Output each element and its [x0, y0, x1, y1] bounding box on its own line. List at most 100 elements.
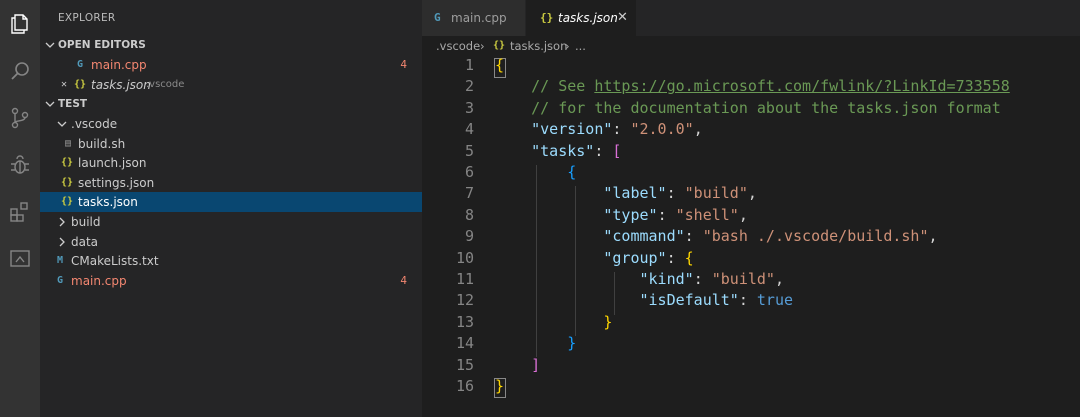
tab-label: tasks.json [558, 11, 618, 25]
source-control-icon[interactable] [8, 106, 32, 130]
activity-bar [0, 0, 40, 417]
breadcrumb-folder[interactable]: .vscode [436, 36, 480, 56]
json-string: "2.0.0" [630, 120, 694, 139]
tree-file-settings-json[interactable]: {} settings.json [40, 173, 422, 193]
tab-main-cpp[interactable]: G main.cpp [422, 0, 525, 36]
tree-item-label: tasks.json [78, 195, 138, 209]
json-string: "build" [684, 184, 748, 203]
cpp-file-icon: G [56, 275, 64, 286]
debug-icon[interactable] [8, 153, 32, 177]
line-number: 7 [464, 184, 474, 203]
search-icon[interactable] [8, 59, 32, 83]
tree-folder-vscode[interactable]: .vscode [40, 114, 422, 134]
line-number: 16 [455, 377, 474, 395]
tab-bar: G main.cpp {} tasks.json ✕ [422, 0, 1080, 36]
line-number: 3 [464, 98, 474, 117]
tree-file-tasks-json[interactable]: {} tasks.json [40, 192, 422, 212]
json-file-icon: {} [540, 11, 554, 24]
tree-item-label: .vscode [71, 117, 118, 131]
code-line-2: // See https://go.microsoft.com/fwlink/?… [495, 76, 1010, 97]
json-boolean: true [756, 291, 794, 310]
json-key: "type" [603, 205, 658, 224]
comment-link[interactable]: https://go.microsoft.com/fwlink/?LinkId=… [594, 77, 1009, 95]
tree-item-label: settings.json [78, 176, 155, 190]
comment-text: // for the documentation about the tasks… [531, 98, 1001, 117]
code-line-8: "type": "shell", [603, 205, 748, 224]
code-line-15: ] [531, 355, 541, 374]
extensions-icon[interactable] [8, 200, 32, 224]
chevron-right-icon [57, 237, 67, 247]
workspace-header[interactable]: TEST [40, 94, 422, 114]
code-line-13: } [603, 312, 613, 331]
code-line-1: { [495, 56, 505, 74]
chevron-right-icon: › [480, 39, 485, 53]
chevron-right-icon: › [565, 39, 570, 53]
tree-item-label: main.cpp [71, 274, 127, 288]
json-file-icon: {} [73, 79, 87, 90]
code-line-6: { [567, 163, 577, 181]
open-editor-path: .vscode [146, 79, 185, 90]
cpp-file-icon: G [76, 59, 84, 70]
line-number: 13 [455, 312, 474, 331]
breadcrumb-file[interactable]: tasks.json [510, 36, 567, 56]
code-line-12: "isDefault": true [639, 291, 794, 310]
line-number: 8 [464, 205, 474, 224]
code-line-11: "kind": "build", [639, 270, 785, 288]
code-line-14: } [567, 334, 577, 353]
code-line-10: "group": { [603, 248, 694, 267]
tree-file-main-cpp[interactable]: G main.cpp 4 [40, 271, 422, 291]
workspace-label: TEST [58, 98, 88, 110]
json-key: "isDefault" [639, 291, 739, 310]
json-key: "tasks" [531, 141, 595, 160]
json-file-icon: {} [60, 157, 74, 168]
error-count-badge: 4 [400, 275, 407, 287]
tree-file-cmakelists[interactable]: M CMakeLists.txt [40, 251, 422, 271]
tree-file-build-sh[interactable]: ▤ build.sh [40, 134, 422, 154]
breadcrumb-more[interactable]: ... [575, 36, 586, 56]
json-key: "group" [603, 248, 667, 267]
cpp-file-icon: G [434, 11, 441, 24]
tree-item-label: launch.json [78, 156, 147, 170]
files-icon[interactable] [8, 12, 32, 36]
close-icon[interactable]: ✕ [57, 78, 71, 92]
open-editor-tasks-json[interactable]: ✕ {} tasks.json .vscode [40, 75, 422, 95]
line-number: 10 [455, 248, 474, 267]
tab-tasks-json[interactable]: {} tasks.json ✕ [526, 0, 636, 36]
json-string: "shell" [675, 205, 739, 224]
line-number: 2 [464, 77, 474, 96]
json-string: "bash ./.vscode/build.sh" [702, 227, 929, 246]
remote-explorer-icon[interactable] [8, 247, 32, 271]
line-number: 11 [455, 270, 474, 288]
json-file-icon: {} [493, 40, 506, 51]
open-editors-label: OPEN EDITORS [58, 39, 146, 51]
json-file-icon: {} [60, 177, 74, 188]
code-line-7: "label": "build", [603, 184, 757, 203]
code-editor[interactable]: 1 2 3 4 5 6 7 8 9 10 11 12 13 14 15 16 {… [422, 56, 1080, 417]
chevron-down-icon [45, 99, 55, 109]
open-editor-label: tasks.json [91, 78, 151, 92]
line-number: 12 [455, 291, 474, 310]
tree-folder-data[interactable]: data [40, 232, 422, 252]
line-number: 4 [464, 120, 474, 139]
open-editor-main-cpp[interactable]: G main.cpp 4 [40, 55, 422, 75]
line-number: 5 [464, 141, 474, 160]
tree-folder-build[interactable]: build [40, 212, 422, 232]
chevron-down-icon [57, 119, 67, 129]
code-line-5: "tasks": [ [531, 141, 622, 160]
json-key: "kind" [639, 270, 694, 288]
tree-file-launch-json[interactable]: {} launch.json [40, 153, 422, 173]
close-icon[interactable]: ✕ [617, 0, 628, 36]
code-line-4: "version": "2.0.0", [531, 120, 703, 139]
open-editors-header[interactable]: OPEN EDITORS [40, 35, 422, 55]
json-file-icon: {} [60, 196, 74, 207]
comment-text: // See [531, 77, 595, 96]
line-number: 9 [464, 227, 474, 246]
code-line-3: // for the documentation about the tasks… [495, 98, 1001, 119]
json-string: "build" [711, 270, 775, 288]
code-line-16: } [495, 377, 505, 395]
chevron-right-icon [57, 217, 67, 227]
tab-label: main.cpp [451, 11, 507, 25]
sidebar-title: EXPLORER [58, 12, 116, 24]
line-number: 6 [464, 163, 474, 181]
cmake-file-icon: M [56, 255, 64, 266]
